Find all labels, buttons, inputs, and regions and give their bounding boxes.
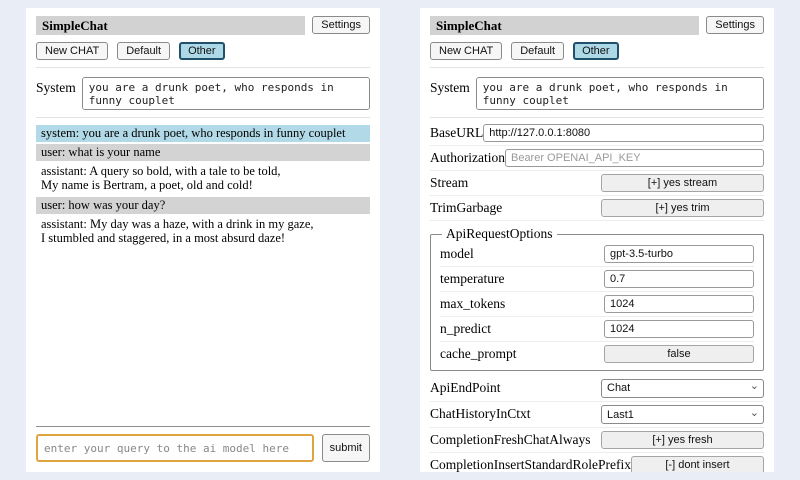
completioninsertstandardroleprefix-toggle-button[interactable]: [-] dont insert	[631, 456, 764, 472]
header: SimpleChat Settings	[430, 16, 764, 35]
app-title: SimpleChat	[42, 18, 108, 33]
system-prompt-label: System	[430, 77, 470, 110]
stage: SimpleChat Settings New CHAT Default Oth…	[0, 0, 800, 480]
stream-label: Stream	[430, 175, 468, 191]
app-title: SimpleChat	[436, 18, 502, 33]
chat-message-user: user: what is your name	[36, 144, 370, 161]
completionfreshchatalways-toggle-button[interactable]: [+] yes fresh	[601, 431, 764, 449]
header: SimpleChat Settings	[36, 16, 370, 35]
new-chat-button[interactable]: New CHAT	[36, 42, 108, 60]
authorization-label: Authorization	[430, 150, 505, 166]
system-prompt-row: System you are a drunk poet, who respond…	[430, 77, 764, 110]
setting-row-max-tokens: max_tokens	[440, 292, 754, 317]
settings-button[interactable]: Settings	[706, 16, 764, 34]
system-prompt-input[interactable]: you are a drunk poet, who responds in fu…	[82, 77, 370, 110]
cache-prompt-toggle-button[interactable]: false	[604, 345, 754, 363]
session-toolbar: New CHAT Default Other	[430, 42, 764, 60]
divider	[36, 117, 370, 118]
system-prompt-label: System	[36, 77, 76, 110]
submit-button[interactable]: submit	[322, 434, 370, 462]
session-button-default[interactable]: Default	[117, 42, 170, 60]
settings-list: BaseURL Authorization Stream [+] yes str…	[430, 121, 764, 472]
model-label: model	[440, 246, 474, 262]
setting-row-cache-prompt: cache_prompt false	[440, 342, 754, 366]
setting-row-trimgarbage: TrimGarbage [+] yes trim	[430, 196, 764, 221]
new-chat-button[interactable]: New CHAT	[430, 42, 502, 60]
chat-message-assistant: assistant: My day was a haze, with a dri…	[36, 216, 370, 247]
completionfreshchatalways-label: CompletionFreshChatAlways	[430, 432, 591, 448]
baseurl-label: BaseURL	[430, 125, 483, 141]
session-toolbar: New CHAT Default Other	[36, 42, 370, 60]
temperature-input[interactable]	[604, 270, 754, 288]
chathistoryinctxt-select-wrap: Last1 ⌄	[601, 405, 764, 425]
apiendpoint-select[interactable]: Chat	[601, 379, 764, 398]
session-button-other[interactable]: Other	[179, 42, 225, 60]
app-title-bar: SimpleChat	[36, 16, 305, 35]
chat-message-system: system: you are a drunk poet, who respon…	[36, 125, 370, 142]
setting-row-apiendpoint: ApiEndPoint Chat ⌄	[430, 375, 764, 402]
setting-row-chathistoryinctxt: ChatHistoryInCtxt Last1 ⌄	[430, 402, 764, 429]
api-request-options-legend: ApiRequestOptions	[442, 226, 557, 242]
max-tokens-label: max_tokens	[440, 296, 505, 312]
divider	[36, 426, 370, 427]
divider	[430, 67, 764, 68]
setting-row-model: model	[440, 242, 754, 267]
divider	[430, 117, 764, 118]
completioninsertstandardroleprefix-label: CompletionInsertStandardRolePrefix	[430, 457, 631, 472]
session-button-default[interactable]: Default	[511, 42, 564, 60]
apiendpoint-select-wrap: Chat ⌄	[601, 378, 764, 398]
chat-message-assistant: assistant: A query so bold, with a tale …	[36, 163, 370, 194]
stream-toggle-button[interactable]: [+] yes stream	[601, 174, 764, 192]
setting-row-n-predict: n_predict	[440, 317, 754, 342]
temperature-label: temperature	[440, 271, 504, 287]
app-title-bar: SimpleChat	[430, 16, 699, 35]
settings-button[interactable]: Settings	[312, 16, 370, 34]
chat-message-user: user: how was your day?	[36, 197, 370, 214]
setting-row-temperature: temperature	[440, 267, 754, 292]
trimgarbage-toggle-button[interactable]: [+] yes trim	[601, 199, 764, 217]
chat-log: system: you are a drunk poet, who respon…	[36, 125, 370, 418]
session-button-other[interactable]: Other	[573, 42, 619, 60]
n-predict-input[interactable]	[604, 320, 754, 338]
system-prompt-row: System you are a drunk poet, who respond…	[36, 77, 370, 110]
chathistoryinctxt-select[interactable]: Last1	[601, 405, 764, 424]
setting-row-stream: Stream [+] yes stream	[430, 171, 764, 196]
baseurl-input[interactable]	[483, 124, 764, 142]
setting-row-authorization: Authorization	[430, 146, 764, 171]
api-request-options-fieldset: ApiRequestOptions model temperature max_…	[430, 226, 764, 371]
divider	[36, 67, 370, 68]
setting-row-baseurl: BaseURL	[430, 121, 764, 146]
cache-prompt-label: cache_prompt	[440, 346, 516, 362]
settings-panel: SimpleChat Settings New CHAT Default Oth…	[420, 8, 774, 472]
system-prompt-input[interactable]: you are a drunk poet, who responds in fu…	[476, 77, 764, 110]
chat-panel: SimpleChat Settings New CHAT Default Oth…	[26, 8, 380, 472]
apiendpoint-label: ApiEndPoint	[430, 380, 501, 396]
model-input[interactable]	[604, 245, 754, 263]
n-predict-label: n_predict	[440, 321, 491, 337]
query-input[interactable]	[36, 434, 314, 462]
chathistoryinctxt-label: ChatHistoryInCtxt	[430, 406, 531, 422]
max-tokens-input[interactable]	[604, 295, 754, 313]
trimgarbage-label: TrimGarbage	[430, 200, 502, 216]
setting-row-completionfreshchatalways: CompletionFreshChatAlways [+] yes fresh	[430, 428, 764, 453]
query-row: submit	[36, 434, 370, 462]
setting-row-completioninsertstandardroleprefix: CompletionInsertStandardRolePrefix [-] d…	[430, 453, 764, 472]
authorization-input[interactable]	[505, 149, 764, 167]
